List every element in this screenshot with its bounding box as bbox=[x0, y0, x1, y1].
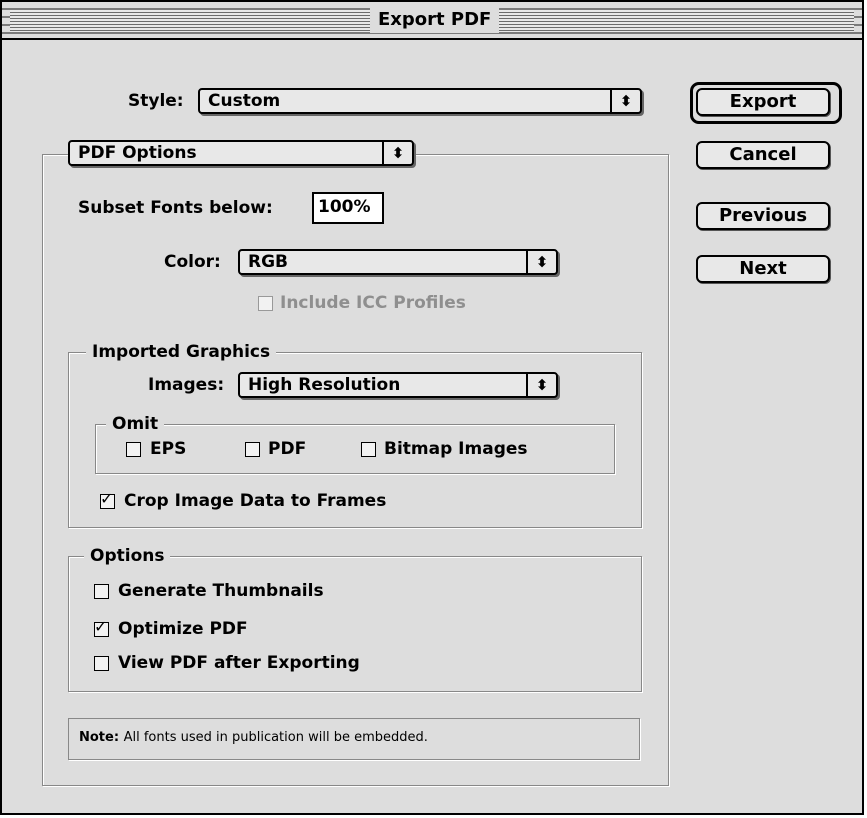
previous-button[interactable]: Previous bbox=[696, 202, 830, 230]
style-label: Style: bbox=[128, 91, 184, 111]
popup-arrows-icon: ⬍ bbox=[526, 251, 556, 273]
color-popup-value: RGB bbox=[248, 252, 289, 272]
checkmark-icon: ✓ bbox=[94, 617, 108, 636]
omit-legend: Omit bbox=[106, 413, 165, 435]
omit-eps-label: EPS bbox=[150, 439, 187, 459]
view-pdf-after-checkbox[interactable] bbox=[94, 656, 109, 671]
note-text: All fonts used in publication will be em… bbox=[123, 730, 428, 745]
note-label: Note: bbox=[79, 730, 120, 745]
popup-arrows-icon: ⬍ bbox=[610, 90, 640, 112]
images-label: Images: bbox=[148, 375, 225, 395]
subset-fonts-label: Subset Fonts below: bbox=[78, 198, 273, 218]
omit-eps-checkbox[interactable] bbox=[126, 442, 141, 457]
crop-image-label: Crop Image Data to Frames bbox=[124, 491, 387, 511]
generate-thumbnails-checkbox[interactable] bbox=[94, 584, 109, 599]
options-legend: Options bbox=[84, 545, 171, 567]
omit-bitmap-label: Bitmap Images bbox=[384, 439, 528, 459]
omit-pdf-label: PDF bbox=[268, 439, 307, 459]
cancel-button[interactable]: Cancel bbox=[696, 141, 830, 169]
checkmark-icon: ✓ bbox=[100, 489, 114, 508]
generate-thumbnails-label: Generate Thumbnails bbox=[118, 581, 324, 601]
include-icc-label: Include ICC Profiles bbox=[280, 293, 466, 313]
include-icc-checkbox[interactable] bbox=[258, 296, 273, 311]
imported-graphics-legend: Imported Graphics bbox=[86, 341, 277, 363]
color-popup[interactable]: RGB ⬍ bbox=[238, 249, 558, 275]
subset-fonts-field[interactable]: 100% bbox=[312, 192, 384, 224]
style-popup[interactable]: Custom ⬍ bbox=[198, 88, 642, 114]
export-button[interactable]: Export bbox=[696, 88, 830, 116]
note-box: Note: All fonts used in publication will… bbox=[68, 718, 640, 760]
window-title: Export PDF bbox=[370, 7, 500, 33]
optimize-pdf-checkbox[interactable]: ✓ bbox=[94, 618, 109, 637]
style-popup-value: Custom bbox=[208, 91, 281, 111]
section-popup[interactable]: PDF Options ⬍ bbox=[68, 140, 414, 166]
popup-arrows-icon: ⬍ bbox=[382, 142, 412, 164]
images-popup[interactable]: High Resolution ⬍ bbox=[238, 372, 558, 398]
title-bar[interactable]: Export PDF bbox=[2, 2, 862, 40]
view-pdf-after-label: View PDF after Exporting bbox=[118, 653, 360, 673]
export-pdf-dialog: Export PDF Export Cancel Previous Next S… bbox=[0, 0, 864, 815]
crop-image-checkbox[interactable]: ✓ bbox=[100, 490, 115, 509]
optimize-pdf-label: Optimize PDF bbox=[118, 619, 248, 639]
omit-pdf-checkbox[interactable] bbox=[245, 442, 260, 457]
omit-bitmap-checkbox[interactable] bbox=[361, 442, 376, 457]
images-popup-value: High Resolution bbox=[248, 375, 401, 395]
next-button[interactable]: Next bbox=[696, 255, 830, 283]
color-label: Color: bbox=[164, 252, 221, 272]
section-popup-value: PDF Options bbox=[78, 143, 197, 163]
popup-arrows-icon: ⬍ bbox=[526, 374, 556, 396]
